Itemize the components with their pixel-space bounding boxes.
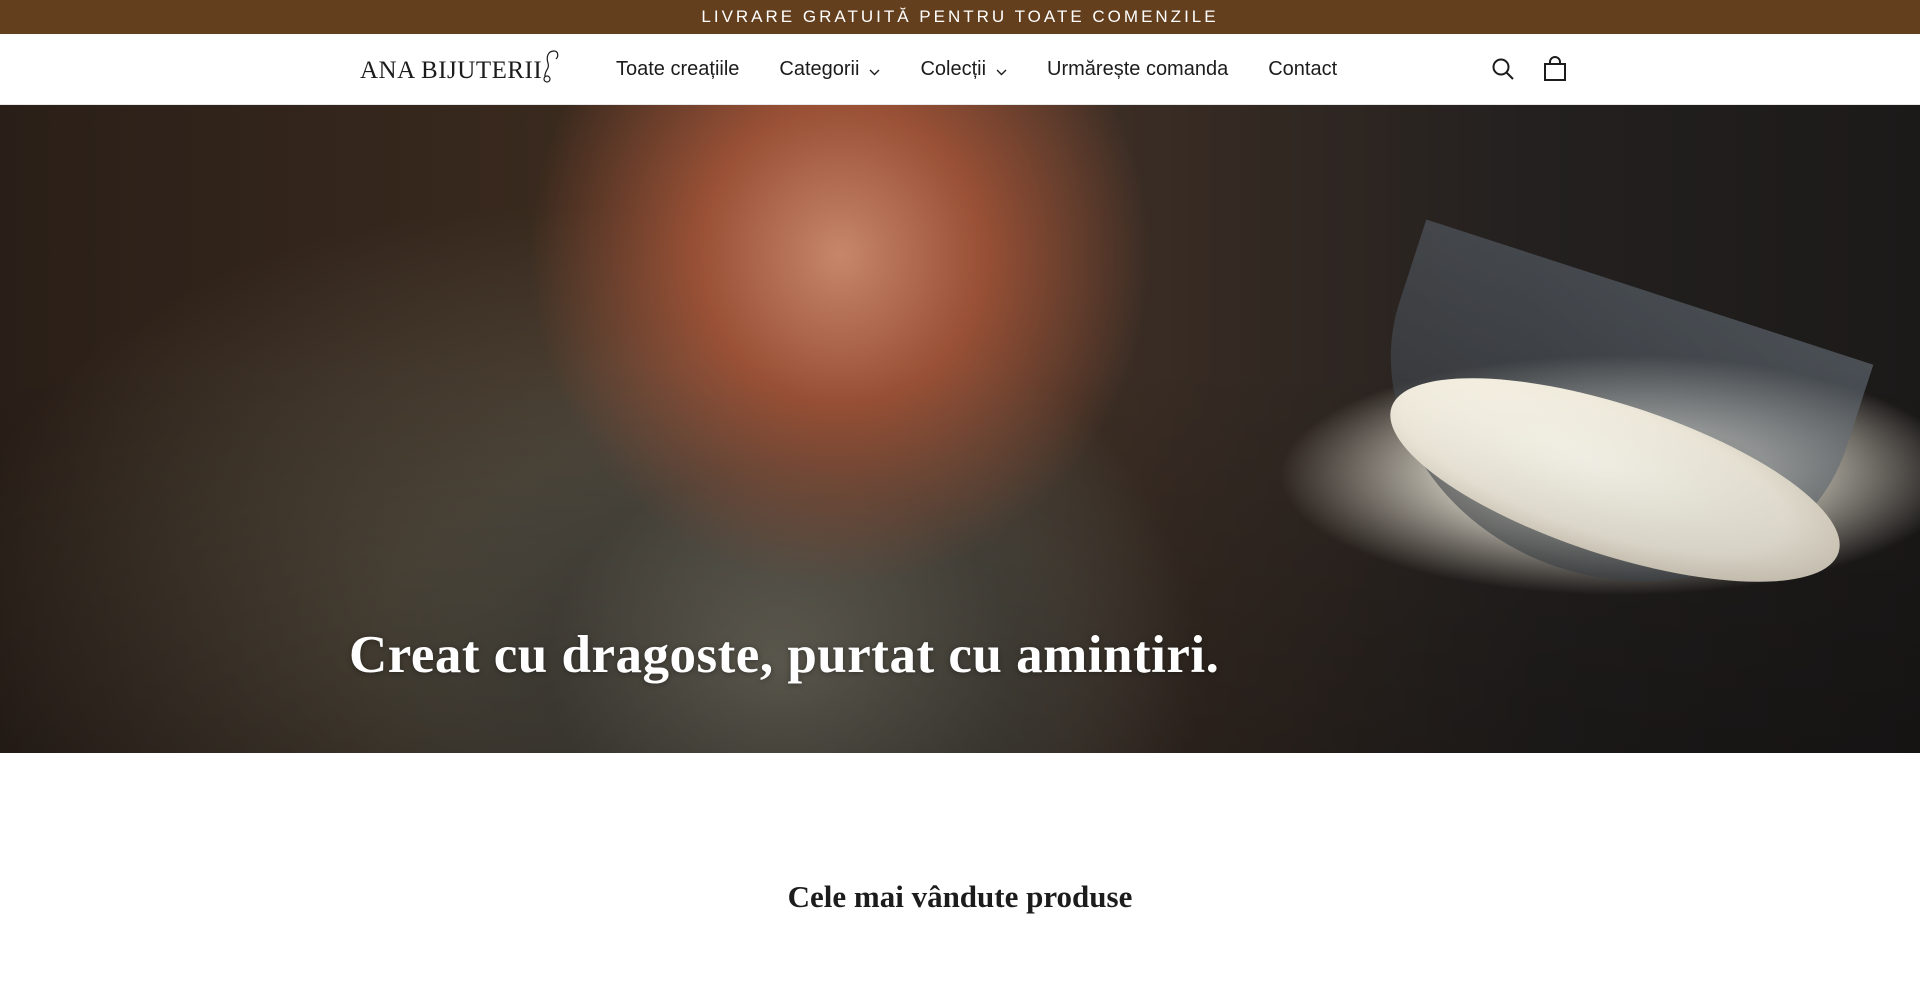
hero-banner: Creat cu dragoste, purtat cu amintiri. <box>0 105 1920 753</box>
nav-item-colectii[interactable]: Colecții <box>900 56 1027 82</box>
hero-title: Creat cu dragoste, purtat cu amintiri. <box>349 626 1220 684</box>
nav-item-label: Toate creațiile <box>616 57 740 80</box>
nav-item-label: Categorii <box>779 57 860 80</box>
chevron-down-icon <box>869 59 880 82</box>
main-nav: Toate creațiile Categorii Colecții Urmăr… <box>596 34 1357 104</box>
announcement-bar: LIVRARE GRATUITĂ PENTRU TOATE COMENZILE <box>0 0 1920 34</box>
search-icon[interactable] <box>1488 54 1518 84</box>
section-title: Cele mai vândute produse <box>787 879 1133 914</box>
nav-item-categorii[interactable]: Categorii <box>759 56 900 82</box>
bestsellers-section: Cele mai vândute produse <box>0 753 1920 993</box>
nav-item-label: Colecții <box>920 57 987 80</box>
site-header: ANA BIJUTERII Toate creațiile Categorii … <box>0 34 1920 105</box>
announcement-text: LIVRARE GRATUITĂ PENTRU TOATE COMENZILE <box>701 7 1219 26</box>
chevron-down-icon <box>996 59 1007 82</box>
nav-item-label: Contact <box>1268 57 1338 80</box>
logo-text: ANA BIJUTERII <box>360 56 543 84</box>
logo[interactable]: ANA BIJUTERII <box>360 50 562 88</box>
nav-item-urmareste-comanda[interactable]: Urmărește comanda <box>1027 58 1248 81</box>
cart-icon[interactable] <box>1540 54 1570 84</box>
earring-icon <box>540 49 562 88</box>
header-actions <box>1488 34 1570 104</box>
nav-item-label: Urmărește comanda <box>1047 57 1229 80</box>
nav-item-contact[interactable]: Contact <box>1248 58 1357 81</box>
nav-item-toate-creatiile[interactable]: Toate creațiile <box>596 58 759 81</box>
